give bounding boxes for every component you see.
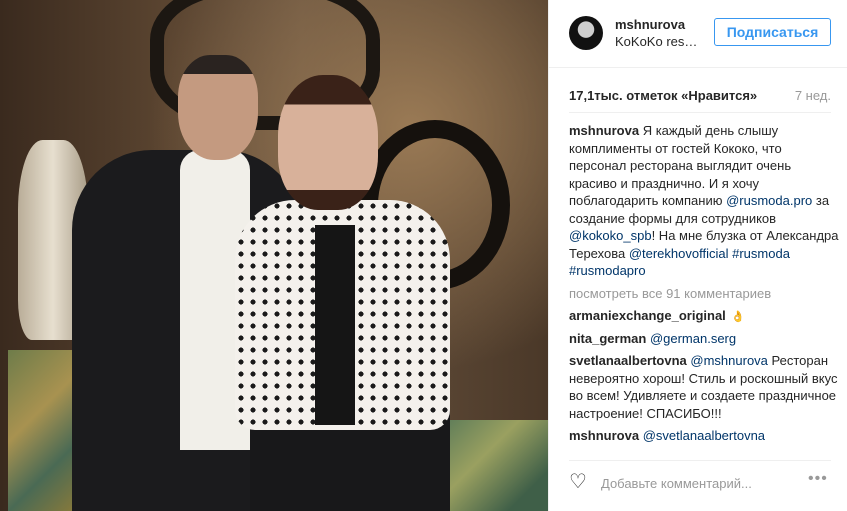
- caption-username[interactable]: mshnurova: [569, 123, 639, 138]
- photo-decor-box-left: [8, 350, 78, 511]
- comment-username[interactable]: armaniexchange_original: [569, 308, 726, 323]
- comment-mention[interactable]: @german.serg: [650, 331, 736, 346]
- comment-item: mshnurova @svetlanaalbertovna: [569, 427, 841, 445]
- add-comment-input[interactable]: [601, 473, 806, 493]
- follow-button[interactable]: Подписаться: [714, 18, 831, 46]
- comment-username[interactable]: nita_german: [569, 331, 646, 346]
- photo-decor-box-right: [440, 420, 548, 511]
- comment-mention[interactable]: @mshnurova: [690, 353, 768, 368]
- comments-list: mshnurova Я каждый день слышу комплимент…: [569, 122, 841, 452]
- likes-count[interactable]: 17,1тыс. отметок «Нравится»: [569, 88, 757, 103]
- photo-woman-head: [278, 75, 378, 210]
- caption-hashtag-rusmoda[interactable]: #rusmoda: [732, 246, 790, 261]
- header-location[interactable]: KoKoKo restaurant: [615, 34, 700, 49]
- post-side-panel: mshnurova KoKoKo restaurant Подписаться …: [548, 0, 847, 511]
- likes-row: 17,1тыс. отметок «Нравится» 7 нед.: [569, 88, 831, 106]
- comment-username[interactable]: svetlanaalbertovna: [569, 353, 687, 368]
- post-header: mshnurova KoKoKo restaurant Подписаться: [549, 0, 847, 68]
- comment-item: nita_german @german.serg: [569, 330, 841, 348]
- caption-mention-kokoko[interactable]: @kokoko_spb: [569, 228, 652, 243]
- post-photo[interactable]: [0, 0, 548, 511]
- photo-woman-tie: [315, 225, 355, 425]
- view-all-comments-link[interactable]: посмотреть все 91 комментариев: [569, 285, 841, 303]
- more-options-icon[interactable]: •••: [808, 470, 828, 488]
- comment-item: armaniexchange_original 👌: [569, 307, 841, 325]
- header-username[interactable]: mshnurova: [615, 17, 685, 32]
- divider: [569, 112, 831, 113]
- heart-icon[interactable]: ♡: [569, 472, 591, 492]
- caption-mention-rusmoda[interactable]: @rusmoda.pro: [726, 193, 812, 208]
- comment-mention[interactable]: @svetlanaalbertovna: [643, 428, 765, 443]
- divider: [569, 460, 831, 461]
- comment-username[interactable]: mshnurova: [569, 428, 639, 443]
- avatar[interactable]: [569, 16, 603, 50]
- comment-item: svetlanaalbertovna @mshnurova Ресторан н…: [569, 352, 841, 422]
- post-age[interactable]: 7 нед.: [795, 88, 831, 103]
- photo-man-head: [178, 55, 258, 160]
- caption: mshnurova Я каждый день слышу комплимент…: [569, 122, 841, 280]
- caption-hashtag-rusmodapro[interactable]: #rusmodapro: [569, 263, 646, 278]
- ok-hand-emoji-icon: 👌: [731, 311, 746, 323]
- caption-mention-terekhov[interactable]: @terekhovofficial: [629, 246, 729, 261]
